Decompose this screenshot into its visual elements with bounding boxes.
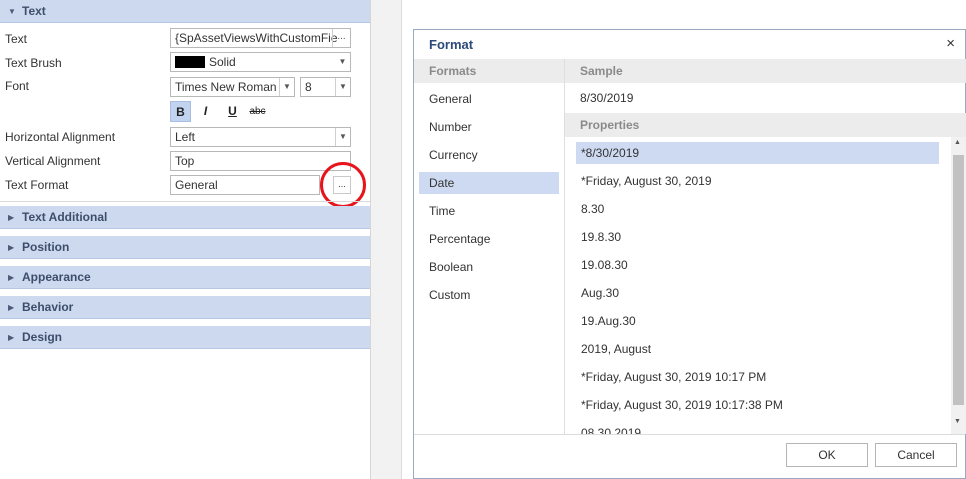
expand-triangle-icon: ▶ [8, 303, 15, 312]
group-title: Design [22, 330, 63, 344]
group-header-text-additional[interactable]: ▶ Text Additional [0, 206, 370, 229]
expand-triangle-icon: ▶ [8, 273, 15, 282]
group-header-position[interactable]: ▶ Position [0, 236, 370, 259]
expand-triangle-icon: ▶ [8, 333, 15, 342]
italic-button[interactable]: I [195, 101, 216, 122]
format-item-percentage[interactable]: Percentage [419, 228, 559, 250]
text-format-label: Text Format [5, 178, 69, 192]
text-ellipsis-button[interactable]: ... [332, 29, 350, 47]
property-item[interactable]: 19.8.30 [576, 226, 939, 248]
properties-list[interactable]: *8/30/2019 *Friday, August 30, 2019 8.30… [565, 137, 966, 434]
format-item-number[interactable]: Number [419, 116, 559, 138]
font-family-select[interactable]: Times New Roman ▼ [170, 77, 295, 97]
group-title: Text [22, 4, 46, 18]
dialog-title: Format [429, 37, 474, 52]
text-value: {SpAssetViewsWithCustomFie [175, 31, 338, 45]
text-format-field[interactable]: General [170, 175, 320, 195]
group-header-appearance[interactable]: ▶ Appearance [0, 266, 370, 289]
color-swatch [175, 56, 205, 68]
property-item[interactable]: 19.Aug.30 [576, 310, 939, 332]
sample-header: Sample [565, 59, 966, 83]
bold-button[interactable]: B [170, 101, 191, 122]
format-item-custom[interactable]: Custom [419, 284, 559, 306]
underline-button[interactable]: U [222, 101, 243, 122]
text-field[interactable]: {SpAssetViewsWithCustomFie ... [170, 28, 351, 48]
collapse-triangle-icon: ▼ [8, 7, 16, 16]
property-item[interactable]: 2019, August [576, 338, 939, 360]
cancel-button[interactable]: Cancel [875, 443, 957, 467]
font-size-select[interactable]: 8 ▼ [300, 77, 351, 97]
group-header-design[interactable]: ▶ Design [0, 326, 370, 349]
group-title: Text Additional [22, 210, 108, 224]
font-size-value: 8 [305, 80, 312, 94]
properties-header: Properties [565, 113, 966, 137]
close-icon[interactable]: × [946, 35, 955, 52]
ok-button[interactable]: OK [786, 443, 868, 467]
text-format-value: General [175, 178, 218, 192]
halign-value: Left [175, 130, 196, 144]
chevron-down-icon: ▼ [335, 78, 350, 96]
group-header-behavior[interactable]: ▶ Behavior [0, 296, 370, 319]
vertical-scrollbar[interactable]: ▲ ▼ [951, 137, 966, 434]
expand-triangle-icon: ▶ [8, 243, 15, 252]
valign-label: Vertical Alignment [5, 154, 101, 168]
valign-select[interactable]: Top [170, 151, 351, 171]
format-dialog: Format × Formats General Number Currency… [413, 29, 966, 479]
property-panel: ▼ Text Text {SpAssetViewsWithCustomFie .… [0, 0, 371, 479]
font-label: Font [5, 79, 30, 93]
scroll-down-icon[interactable]: ▼ [954, 418, 961, 425]
chevron-down-icon: ▼ [279, 78, 294, 96]
text-label: Text [5, 32, 28, 46]
format-item-general[interactable]: General [419, 88, 559, 110]
brush-value: Solid [209, 55, 236, 69]
scrollbar-thumb[interactable] [953, 155, 964, 405]
property-item[interactable]: 8.30 [576, 198, 939, 220]
format-item-time[interactable]: Time [419, 200, 559, 222]
property-item[interactable]: *Friday, August 30, 2019 10:17 PM [576, 366, 939, 388]
footer-divider [414, 434, 965, 435]
chevron-down-icon: ▼ [335, 128, 350, 146]
expand-triangle-icon: ▶ [8, 213, 15, 222]
property-item[interactable]: 19.08.30 [576, 254, 939, 276]
halign-select[interactable]: Left ▼ [170, 127, 351, 147]
property-item[interactable]: 08.30.2019 [576, 422, 939, 434]
property-item[interactable]: Aug.30 [576, 282, 939, 304]
group-header-text[interactable]: ▼ Text [0, 0, 370, 23]
property-item[interactable]: *Friday, August 30, 2019 10:17:38 PM [576, 394, 939, 416]
property-item[interactable]: *8/30/2019 [576, 142, 939, 164]
group-title: Appearance [22, 270, 91, 284]
scroll-up-icon[interactable]: ▲ [954, 139, 961, 146]
splitter[interactable] [371, 0, 402, 479]
font-family-value: Times New Roman [175, 80, 277, 94]
group-title: Position [22, 240, 70, 254]
formats-header: Formats [414, 59, 564, 83]
sample-value: 8/30/2019 [580, 91, 634, 105]
text-brush-select[interactable]: Solid ▼ [170, 52, 351, 72]
valign-value: Top [175, 154, 195, 168]
text-brush-label: Text Brush [5, 56, 62, 70]
property-item[interactable]: *Friday, August 30, 2019 [576, 170, 939, 192]
format-item-date[interactable]: Date [419, 172, 559, 194]
format-item-currency[interactable]: Currency [419, 144, 559, 166]
chevron-down-icon: ▼ [338, 57, 347, 66]
halign-label: Horizontal Alignment [5, 130, 116, 144]
format-item-boolean[interactable]: Boolean [419, 256, 559, 278]
group-title: Behavior [22, 300, 74, 314]
strikethrough-button[interactable]: abc [247, 101, 268, 122]
divider [0, 201, 370, 202]
